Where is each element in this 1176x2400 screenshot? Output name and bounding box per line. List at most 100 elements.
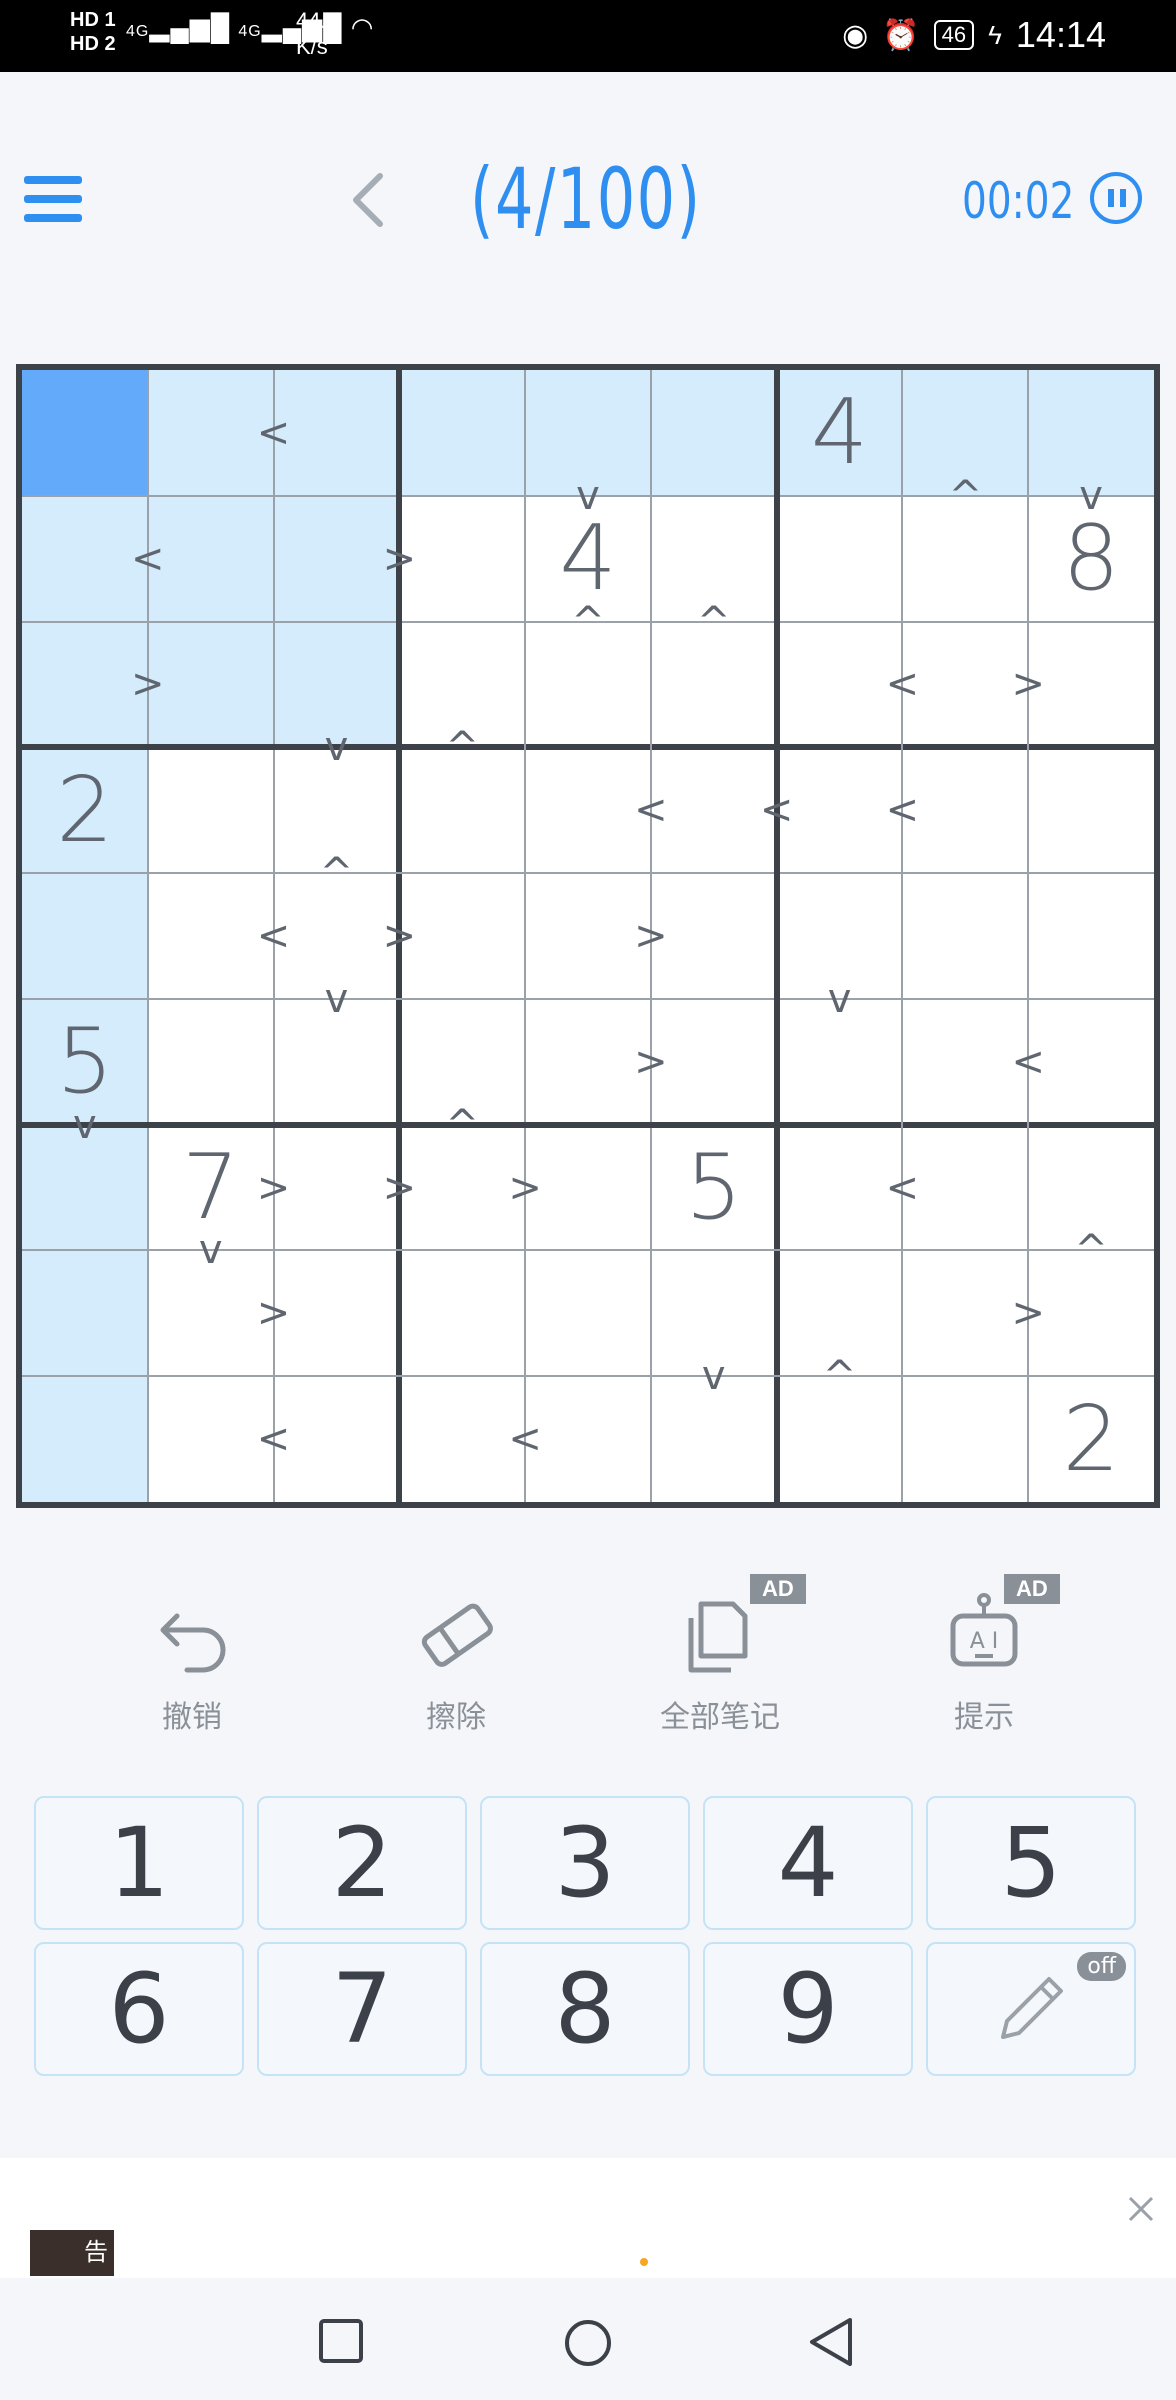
network-label-2: 4G: [238, 23, 262, 40]
board-cell[interactable]: [399, 1250, 525, 1376]
menu-icon[interactable]: [24, 176, 82, 224]
pencil-icon: [1001, 1977, 1063, 2039]
inequality-sign: ^: [697, 598, 731, 645]
level-indicator: (4/100): [470, 150, 702, 248]
box-divider: [773, 370, 780, 1502]
board-cell[interactable]: [777, 496, 903, 622]
battery-icon: 46: [933, 20, 975, 50]
ad-thumbnail[interactable]: 告: [30, 2230, 114, 2276]
cell-digit: 8: [1062, 506, 1120, 612]
board-cell[interactable]: [902, 1376, 1028, 1502]
inequality-sign: ^: [319, 850, 354, 897]
board-cell[interactable]: 5: [651, 1125, 777, 1251]
board-cell[interactable]: [902, 873, 1028, 999]
inequality-sign: <: [256, 1416, 291, 1463]
number-key[interactable]: 4: [703, 1796, 913, 1930]
number-key[interactable]: 8: [480, 1942, 690, 2076]
board-cell[interactable]: [148, 747, 274, 873]
cell-digit: 4: [810, 380, 869, 486]
number-key[interactable]: 2: [257, 1796, 467, 1930]
inequality-sign: >: [508, 1164, 542, 1211]
cell-digit: 5: [56, 1009, 114, 1115]
board-cell[interactable]: [22, 370, 148, 496]
inequality-sign: ^: [948, 472, 983, 519]
sudoku-board: 4 4 8 2 5 7 5 2 < < > > < > < < < < > > > < > > > < > > < < v ^ v ^ ^ v ^ ^ v v…: [16, 364, 1160, 1508]
cell-divider: [22, 1375, 1154, 1378]
board-cell[interactable]: 2: [1028, 1376, 1154, 1502]
board-cell[interactable]: 2: [22, 747, 148, 874]
inequality-sign: <: [885, 787, 920, 834]
system-nav-bar: [0, 2278, 1176, 2400]
hd2-label: HD 2: [70, 33, 116, 55]
inequality-sign: <: [1011, 1038, 1045, 1085]
number-key[interactable]: 3: [480, 1796, 690, 1930]
board-cell[interactable]: [148, 999, 274, 1125]
inequality-sign: >: [382, 913, 417, 959]
ad-banner[interactable]: 告: [0, 2158, 1176, 2278]
inequality-sign: >: [382, 535, 417, 582]
cell-divider: [901, 370, 904, 1502]
number-key[interactable]: 7: [257, 1942, 467, 2076]
status-right: ◉ ⏰ 46 ϟ 14:14: [842, 14, 1106, 56]
hint-button[interactable]: A I 提示: [884, 1590, 1084, 1736]
timer: 00:02: [962, 172, 1075, 230]
cell-digit: 2: [56, 757, 114, 863]
inequality-sign: <: [256, 409, 291, 456]
board-cell[interactable]: [1028, 747, 1154, 873]
speed-unit: K/s: [296, 34, 328, 59]
board-cell[interactable]: [22, 1376, 148, 1502]
board-cell[interactable]: [1028, 873, 1154, 999]
number-key[interactable]: 1: [34, 1796, 244, 1930]
board-cell[interactable]: 4: [776, 370, 903, 496]
eye-icon: ◉: [842, 18, 869, 52]
inequality-sign: <: [759, 787, 794, 834]
alarm-icon: ⏰: [882, 18, 920, 52]
speed-value: 44.3: [296, 8, 339, 33]
inequality-sign: ^: [1074, 1227, 1108, 1274]
pencil-toggle-button[interactable]: off: [926, 1942, 1136, 2076]
inequality-sign: <: [634, 787, 668, 834]
inequality-sign: >: [382, 1164, 417, 1211]
cell-divider: [22, 872, 1154, 875]
inequality-sign: <: [508, 1416, 542, 1463]
inequality-sign: v: [73, 1101, 97, 1148]
inequality-sign: >: [1011, 661, 1045, 708]
inequality-sign: ^: [445, 1101, 479, 1148]
notes-all-button[interactable]: 全部笔记: [620, 1590, 820, 1736]
number-key[interactable]: 6: [34, 1942, 244, 2076]
box-divider: [22, 744, 1154, 751]
net-speed: 44.3 K/s: [296, 8, 339, 60]
back-chevron-icon[interactable]: [348, 170, 388, 230]
number-key[interactable]: 9: [703, 1942, 913, 2076]
board-cell[interactable]: [525, 1250, 651, 1376]
inequality-sign: <: [131, 535, 165, 582]
pause-icon[interactable]: [1090, 172, 1142, 224]
close-icon[interactable]: [1126, 2194, 1156, 2224]
svg-text:A I: A I: [970, 1629, 999, 1654]
board-cell[interactable]: [22, 1250, 148, 1377]
back-nav-icon[interactable]: [806, 2316, 856, 2368]
inequality-sign: >: [1011, 1290, 1045, 1337]
board-cell[interactable]: [399, 370, 526, 496]
inequality-sign: v: [324, 724, 349, 771]
erase-button[interactable]: 擦除: [356, 1590, 556, 1736]
cell-divider: [22, 997, 1154, 1000]
inequality-sign: >: [131, 661, 165, 708]
inequality-sign: <: [256, 913, 291, 959]
network-label: 4G: [126, 23, 150, 40]
charging-icon: ϟ: [988, 19, 1002, 50]
box-divider: [22, 1121, 1154, 1128]
home-icon[interactable]: [563, 2318, 613, 2368]
inequality-sign: v: [827, 975, 852, 1022]
board-cell[interactable]: [650, 370, 777, 496]
undo-label: 撤销: [162, 1701, 222, 1734]
inequality-sign: ^: [571, 598, 605, 645]
inequality-sign: ^: [822, 1353, 857, 1400]
recent-apps-icon[interactable]: [318, 2318, 364, 2364]
number-key[interactable]: 5: [926, 1796, 1136, 1930]
undo-button[interactable]: 撤销: [92, 1590, 292, 1736]
inequality-sign: v: [701, 1353, 726, 1400]
inequality-sign: <: [885, 661, 920, 708]
inequality-sign: <: [885, 1164, 920, 1211]
board-cell[interactable]: [22, 873, 148, 999]
